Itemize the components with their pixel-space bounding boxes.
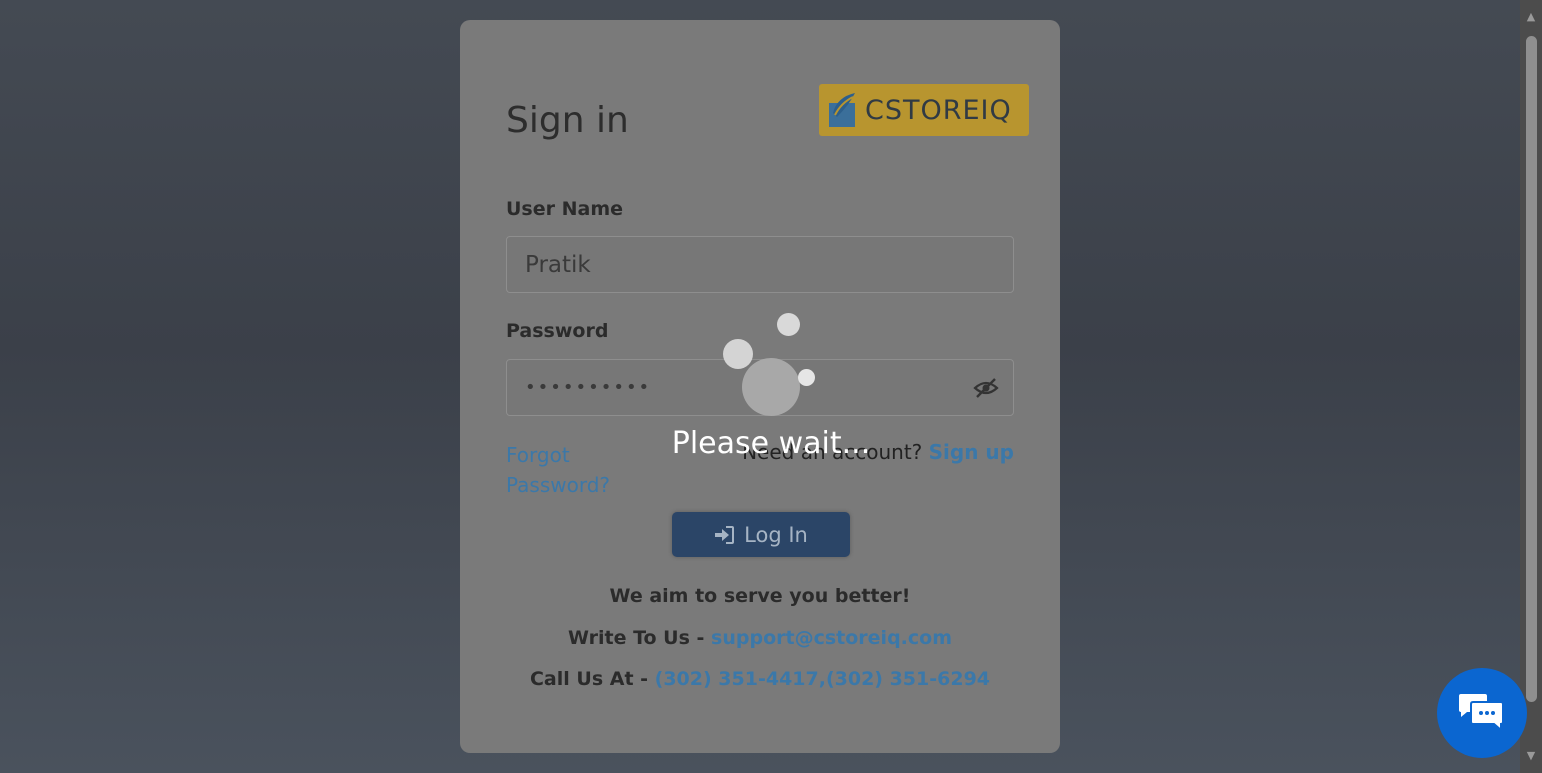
support-email-link[interactable]: support@cstoreiq.com bbox=[711, 627, 952, 649]
password-input[interactable]: •••••••••• bbox=[506, 359, 1014, 416]
signup-link[interactable]: Sign up bbox=[929, 440, 1014, 464]
logo-text: CSTOREIQ bbox=[865, 94, 1012, 126]
logo-mark-icon bbox=[829, 93, 855, 127]
call-us: Call Us At - (302) 351-4417,(302) 351-62… bbox=[460, 668, 1060, 690]
scroll-down-arrow[interactable]: ▼ bbox=[1520, 747, 1542, 765]
password-value: •••••••••• bbox=[525, 377, 652, 398]
username-label: User Name bbox=[506, 198, 624, 220]
scroll-thumb[interactable] bbox=[1526, 36, 1537, 702]
chat-widget-button[interactable] bbox=[1437, 668, 1527, 758]
username-input[interactable]: Pratik bbox=[506, 236, 1014, 293]
scroll-up-arrow[interactable]: ▲ bbox=[1520, 8, 1542, 26]
write-to-us: Write To Us - support@cstoreiq.com bbox=[460, 627, 1060, 649]
eye-slash-icon[interactable] bbox=[973, 377, 999, 399]
username-value: Pratik bbox=[525, 251, 591, 278]
need-account-text: Need an account? bbox=[742, 440, 923, 464]
sign-in-icon bbox=[715, 525, 735, 544]
vertical-scrollbar[interactable]: ▲ ▼ bbox=[1520, 0, 1542, 773]
login-card: Sign in CSTOREIQ User Name Pratik Passwo… bbox=[460, 20, 1060, 753]
chat-icon bbox=[1459, 694, 1504, 733]
tagline: We aim to serve you better! bbox=[609, 585, 911, 607]
password-label: Password bbox=[506, 320, 609, 342]
login-button-label: Log In bbox=[744, 522, 808, 547]
write-prefix: Write To Us - bbox=[567, 627, 712, 649]
page-title: Sign in bbox=[506, 100, 629, 141]
login-button[interactable]: Log In bbox=[672, 512, 850, 557]
signup-prompt: Need an account? Sign up bbox=[742, 440, 1014, 464]
phone-links[interactable]: (302) 351-4417,(302) 351-6294 bbox=[655, 668, 990, 690]
brand-logo: CSTOREIQ bbox=[819, 84, 1029, 136]
call-prefix: Call Us At - bbox=[529, 668, 655, 690]
forgot-password-link[interactable]: Forgot Password? bbox=[506, 440, 666, 500]
